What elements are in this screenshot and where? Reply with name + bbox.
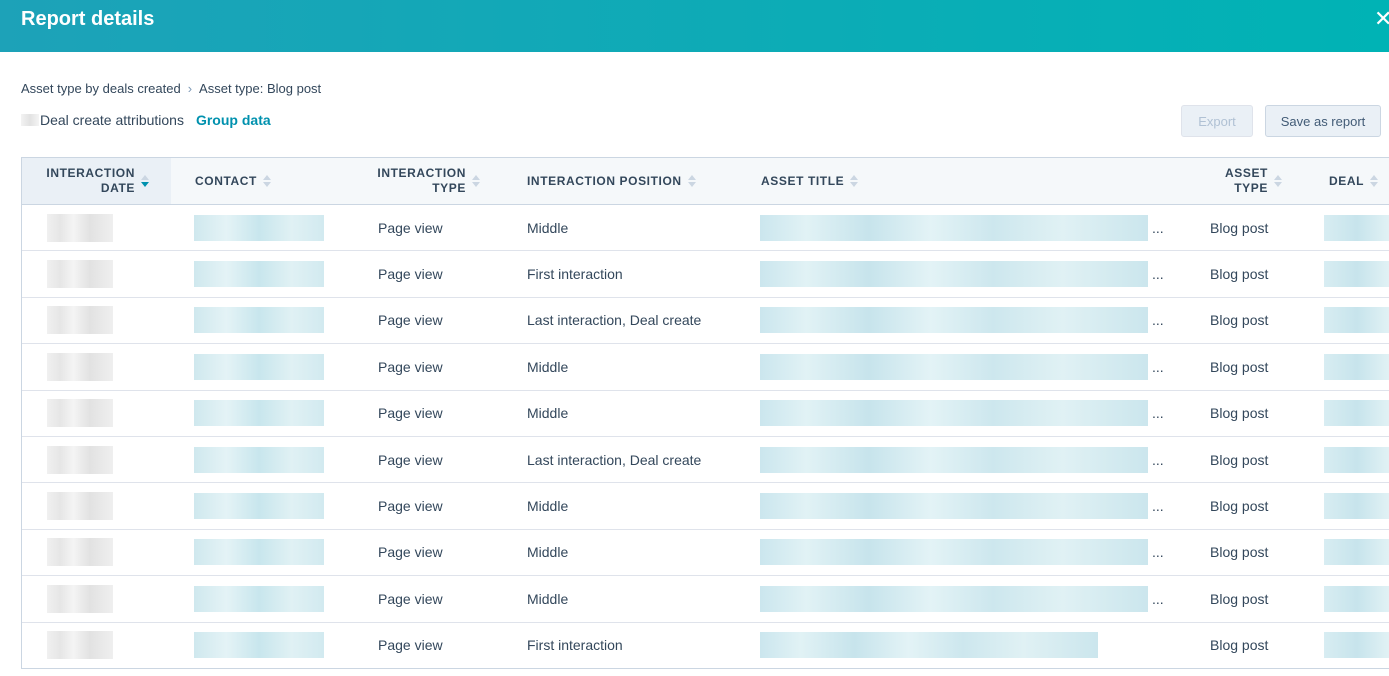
breadcrumb: Asset type by deals created › Asset type: … [21,81,321,96]
sort-icon [262,174,271,188]
column-header-contact[interactable]: CONTACT [195,158,355,204]
column-label: ASSET [1224,166,1268,180]
column-label: INTERACTION [377,166,466,180]
column-header-deal[interactable]: DEAL [1329,158,1389,204]
breadcrumb-current: Asset type: Blog post [199,81,322,96]
column-header-interaction-position[interactable]: INTERACTION POSITION [527,158,757,204]
column-header-interaction-date[interactable]: INTERACTION DATE [22,158,171,204]
column-label: ASSET TITLE [761,173,845,188]
column-label: CONTACT [195,173,257,188]
column-label: TYPE [432,181,466,195]
modal-title: Report details [21,8,155,30]
table-row: Page view Middle... Blog post [22,205,1389,252]
column-header-interaction-type[interactable]: INTERACTION TYPE [362,158,480,204]
redacted-deal-link[interactable] [1324,493,1389,520]
sort-icon [1274,174,1282,188]
column-header-asset-title[interactable]: ASSET TITLE [761,158,1061,204]
table-row: Page view Middle... Blog post [22,576,1389,623]
table-row: Page view First interaction... Blog post [22,251,1389,298]
table-row: Page view Middle... Blog post [22,483,1389,530]
redacted-deal-link[interactable] [1324,585,1389,612]
group-data-link[interactable]: Group data [196,112,271,128]
table-row: Page view Middle... Blog post [22,344,1389,391]
redacted-deal-link[interactable] [1324,539,1389,566]
table-row: Page view First interaction Blog post [22,623,1389,668]
column-label: TYPE [1234,181,1268,195]
column-label: DATE [100,181,135,195]
close-icon[interactable]: ✕ [1374,4,1389,34]
table-row: Page view Middle... Blog post [22,530,1389,577]
redacted-deal-link[interactable] [1324,446,1389,473]
sort-icon [850,174,859,188]
redacted-deal-link[interactable] [1324,261,1389,288]
column-label: DEAL [1329,173,1365,188]
modal-header: Report details ✕ [0,0,1389,52]
table-row: Page view Last interaction, Deal create..… [22,437,1389,484]
column-label: INTERACTION [46,166,135,180]
redacted-deal-link[interactable] [1324,307,1389,334]
table-header: INTERACTION DATE CONTACT INTERACTION TYPE … [22,158,1389,205]
report-table: INTERACTION DATE CONTACT INTERACTION TYPE … [21,157,1389,669]
save-as-report-button[interactable]: Save as report [1265,105,1381,137]
breadcrumb-parent[interactable]: Asset type by deals created [21,81,181,96]
table-row: Page view Last interaction, Deal create..… [22,298,1389,345]
sort-icon [472,174,480,188]
breadcrumb-separator: › [187,81,193,96]
redacted-chip [21,114,39,126]
sort-icon [1370,174,1379,188]
sort-desc-icon [141,174,149,188]
redacted-deal-link[interactable] [1324,632,1389,659]
sort-icon [687,174,696,188]
export-button[interactable]: Export [1181,105,1253,137]
report-subheader: Deal create attributions Group data [21,112,271,128]
column-header-asset-type[interactable]: ASSET TYPE [1182,158,1282,204]
attribution-label: Deal create attributions [40,112,184,128]
column-label: INTERACTION POSITION [527,173,682,188]
redacted-deal-link[interactable] [1324,353,1389,380]
redacted-deal-link[interactable] [1324,400,1389,427]
table-row: Page view Middle... Blog post [22,391,1389,437]
redacted-deal-link[interactable] [1324,214,1389,241]
